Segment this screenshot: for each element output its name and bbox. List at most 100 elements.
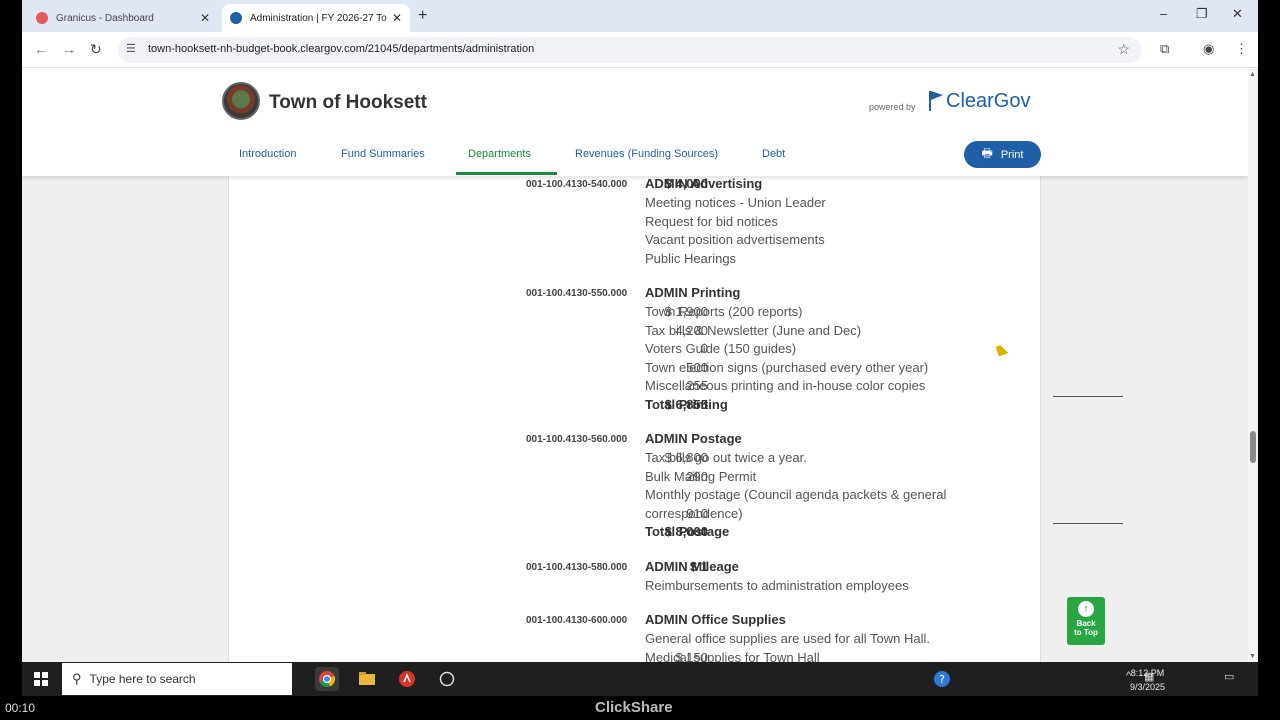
tab-granicus[interactable]: Granicus - Dashboard ✕ xyxy=(28,4,218,32)
budget-line-item: Voters Guide (150 guides) xyxy=(645,341,797,356)
page-viewport: 001-100.4130-540.000 ADMIN Advertising $ 4… xyxy=(22,69,1248,662)
back-to-top-line1: Back xyxy=(1076,619,1096,628)
granicus-favicon-icon xyxy=(36,12,48,24)
account-number: 001-100.4130-560.000 xyxy=(526,434,628,445)
account-number: 001-100.4130-580.000 xyxy=(526,562,628,573)
powered-by-label: powered by xyxy=(869,102,916,112)
print-label: Print xyxy=(1000,148,1024,161)
arrow-up-icon: ↑ xyxy=(1078,601,1094,617)
tab-bar: Granicus - Dashboard ✕ Administration | … xyxy=(22,0,1258,32)
nav-introduction[interactable]: Introduction xyxy=(239,148,296,160)
town-seal-icon[interactable] xyxy=(222,82,260,120)
print-button[interactable]: 🖶 Print xyxy=(964,141,1041,168)
line-amount: 500 xyxy=(686,359,708,375)
line-amount: 4,200 xyxy=(675,322,708,338)
screen-share-overlay: 00:10 ClickShare xyxy=(0,696,1280,720)
clickshare-label: ClickShare xyxy=(595,699,673,716)
acrobat-icon[interactable] xyxy=(395,667,419,691)
close-tab-icon[interactable]: ✕ xyxy=(200,11,210,25)
site-info-icon[interactable]: ☰ xyxy=(126,42,136,55)
back-to-top-line2: to Top xyxy=(1074,628,1098,637)
chrome-taskbar-icon[interactable] xyxy=(315,667,339,691)
restore-icon[interactable]: ❐ xyxy=(1196,6,1208,22)
lens-icon[interactable]: ⧉ xyxy=(1160,41,1169,57)
account-number: 001-100.4130-540.000 xyxy=(526,179,628,190)
account-title: ADMIN Printing xyxy=(645,285,741,300)
budget-line-item: Medical supplies for Town Hall xyxy=(645,649,820,663)
budget-line-item: Public Hearings xyxy=(645,250,737,266)
file-explorer-icon[interactable] xyxy=(355,667,379,691)
taskbar-search-input[interactable]: ⚲ Type here to search xyxy=(62,663,292,695)
tab-title: Granicus - Dashboard xyxy=(56,12,154,24)
budget-line-item: Request for bid notices xyxy=(645,213,778,229)
total-rule xyxy=(1053,523,1123,524)
search-placeholder: Type here to search xyxy=(89,672,196,686)
account-number: 001-100.4130-600.000 xyxy=(526,615,628,626)
menu-icon[interactable]: ⋮ xyxy=(1235,41,1248,57)
windows-taskbar: ⚲ Type here to search ? ^ ▦ 8:12 PM 9/3/… xyxy=(22,662,1258,696)
line-amount: 910 xyxy=(686,505,708,521)
scroll-thumb[interactable] xyxy=(1250,431,1256,463)
line-amount: $ 6,800 xyxy=(664,450,708,465)
total-amount: $ 8,000 xyxy=(664,524,708,539)
line-amount: $ 150 xyxy=(675,649,708,663)
new-tab-icon[interactable]: + xyxy=(418,7,427,25)
nav-departments[interactable]: Departments xyxy=(468,148,531,160)
account-amount: $ 4,000 xyxy=(664,176,708,191)
page-scrollbar[interactable]: ▲ ▼ xyxy=(1248,69,1258,662)
help-app-icon[interactable]: ? xyxy=(930,667,954,691)
close-window-icon[interactable]: ✕ xyxy=(1232,6,1243,22)
windows-start-icon[interactable] xyxy=(34,672,48,686)
line-amount: 0 xyxy=(700,341,708,356)
cleargov-brand[interactable]: ClearGov xyxy=(946,90,1030,113)
forward-icon[interactable]: → xyxy=(62,41,76,57)
nav-revenues[interactable]: Revenues (Funding Sources) xyxy=(575,148,718,160)
address-toolbar: ← → ↻ ☰ town-hooksett-nh-budget-book.cle… xyxy=(22,32,1258,68)
profile-icon[interactable]: ◉ xyxy=(1203,41,1214,57)
svg-text:?: ? xyxy=(939,673,945,686)
search-icon: ⚲ xyxy=(72,671,82,686)
budget-line-item: General office supplies are used for all… xyxy=(645,631,930,646)
minimize-icon[interactable]: – xyxy=(1160,6,1167,21)
town-name[interactable]: Town of Hooksett xyxy=(269,92,427,114)
budget-line-item: Meeting notices - Union Leader xyxy=(645,195,826,210)
back-icon[interactable]: ← xyxy=(34,41,48,57)
screen: Granicus - Dashboard ✕ Administration | … xyxy=(0,0,1280,720)
reload-icon[interactable]: ↻ xyxy=(90,41,102,58)
line-amount: $ 1,900 xyxy=(664,304,708,319)
clock-date: 9/3/2025 xyxy=(1130,682,1166,692)
tab-administration[interactable]: Administration | FY 2026-27 To ✕ xyxy=(222,4,410,32)
url-text: town-hooksett-nh-budget-book.cleargov.co… xyxy=(148,43,535,55)
active-nav-indicator xyxy=(456,172,557,175)
scroll-up-icon[interactable]: ▲ xyxy=(1249,71,1256,78)
line-amount: 290 xyxy=(686,468,708,484)
total-amount: $ 6,855 xyxy=(664,396,708,412)
budget-line-item: Monthly postage (Council agenda packets … xyxy=(645,487,947,502)
cleargov-favicon-icon xyxy=(230,12,242,24)
nav-debt[interactable]: Debt xyxy=(762,148,785,160)
recording-timer: 00:10 xyxy=(5,701,36,715)
cleargov-logo-icon xyxy=(929,91,943,111)
browser-window: Granicus - Dashboard ✕ Administration | … xyxy=(22,0,1258,662)
printer-icon: 🖶 xyxy=(981,146,993,160)
budget-line-item: Vacant position advertisements xyxy=(645,232,825,247)
tab-title: Administration | FY 2026-27 To xyxy=(250,12,387,24)
total-rule xyxy=(1053,395,1123,397)
address-bar[interactable]: ☰ town-hooksett-nh-budget-book.cleargov.… xyxy=(118,37,1142,63)
site-header: Town of Hooksett powered by ClearGov Int… xyxy=(22,69,1248,176)
bookmark-star-icon[interactable]: ☆ xyxy=(1117,41,1130,58)
back-to-top-button[interactable]: ↑ Back to Top xyxy=(1067,597,1105,645)
account-title: ADMIN Postage xyxy=(645,431,742,446)
nav-fund-summaries[interactable]: Fund Summaries xyxy=(341,148,425,160)
account-number: 001-100.4130-550.000 xyxy=(526,288,628,299)
line-amount: 255 xyxy=(686,378,708,393)
account-title: ADMIN Office Supplies xyxy=(645,612,786,627)
cortana-circle-icon[interactable] xyxy=(435,667,459,691)
taskbar-clock[interactable]: 8:12 PM 9/3/2025 xyxy=(1130,666,1165,694)
account-amount: $ 1 xyxy=(689,559,708,574)
clock-time: 8:12 PM xyxy=(1130,668,1165,678)
close-tab-icon[interactable]: ✕ xyxy=(392,11,402,25)
budget-line-item: Reimbursements to administration employe… xyxy=(645,578,909,593)
notification-icon[interactable]: ▭ xyxy=(1224,670,1234,683)
scroll-down-icon[interactable]: ▼ xyxy=(1249,653,1256,660)
